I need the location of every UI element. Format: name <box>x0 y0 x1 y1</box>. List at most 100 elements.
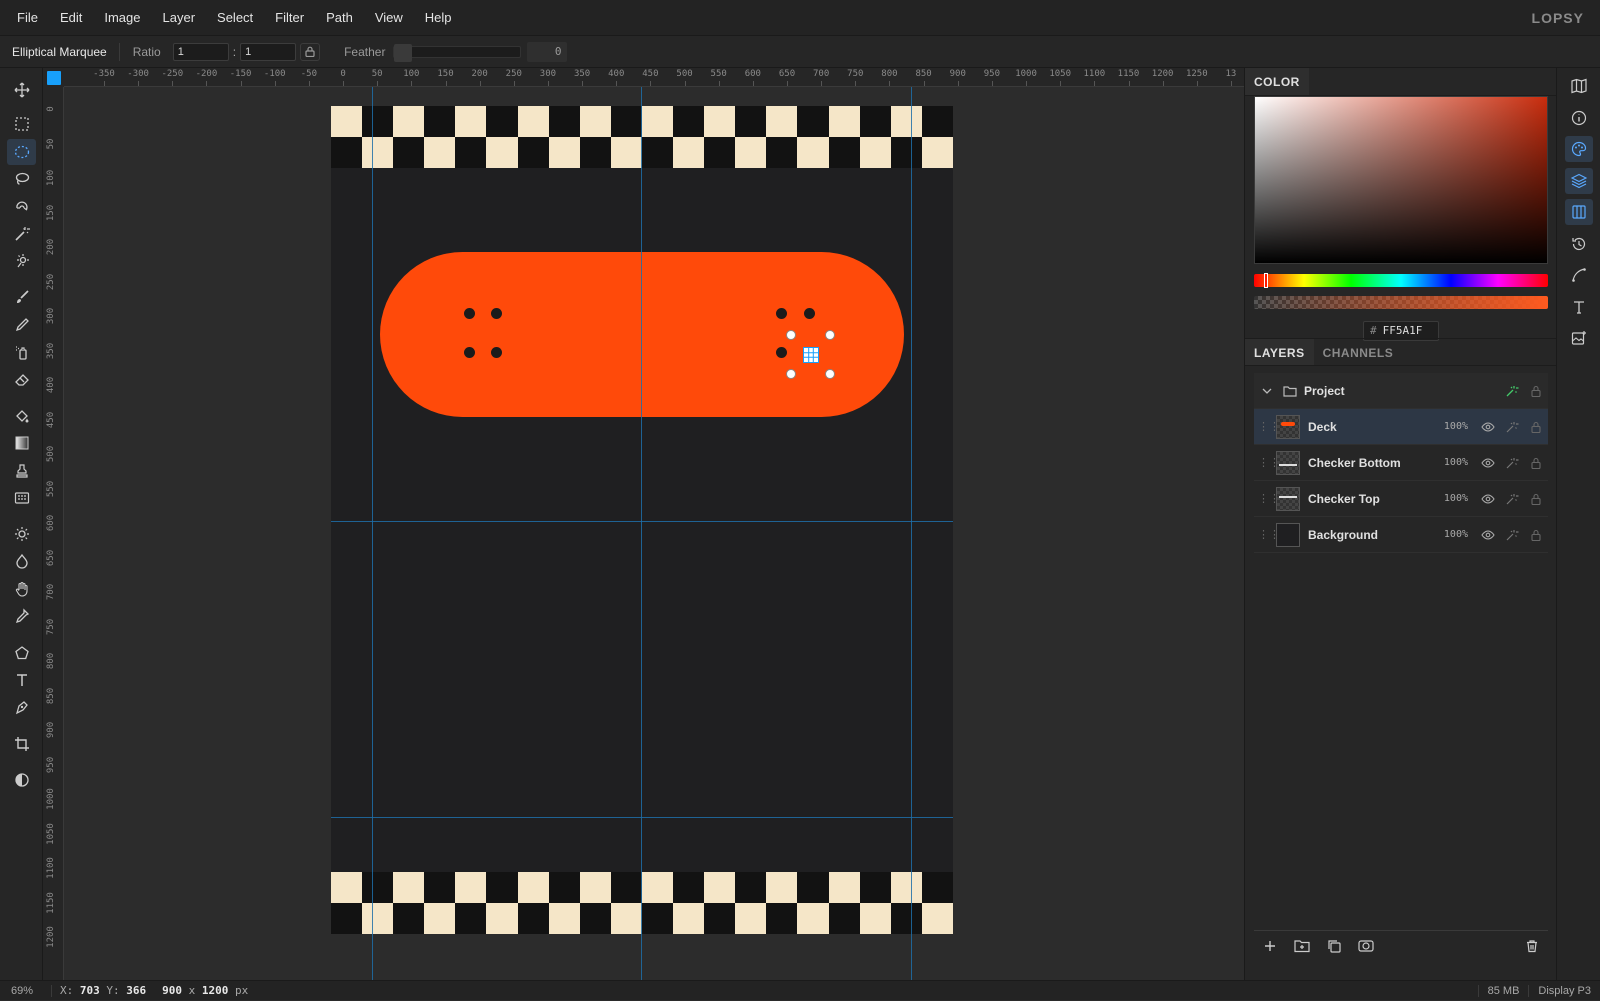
canvas-workspace[interactable] <box>64 87 1244 980</box>
layer-row-deck[interactable]: ⋮⋮ Deck 100% <box>1254 409 1548 445</box>
menu-select[interactable]: Select <box>206 0 264 36</box>
guide-horizontal[interactable] <box>331 521 953 522</box>
color-panel-button[interactable] <box>1565 136 1593 162</box>
color-profile[interactable]: Display P3 <box>1528 985 1600 997</box>
character-panel-button[interactable] <box>1565 294 1593 320</box>
feather-value[interactable]: 0 <box>527 41 568 62</box>
add-layer-button[interactable] <box>1254 931 1286 961</box>
lock-icon[interactable] <box>1524 420 1548 434</box>
drag-handle-icon[interactable]: ⋮⋮ <box>1258 420 1280 433</box>
eye-icon[interactable] <box>1476 420 1500 434</box>
move-tool[interactable] <box>7 77 36 103</box>
lock-icon[interactable] <box>1524 384 1548 398</box>
selection-handle-bottom-right[interactable] <box>825 369 835 379</box>
drag-handle-icon[interactable]: ⋮⋮ <box>1258 456 1280 469</box>
magnetic-lasso-tool[interactable] <box>7 194 36 220</box>
effects-active-icon[interactable] <box>1500 384 1524 398</box>
guide-vertical[interactable] <box>911 87 912 980</box>
selection-handle-top-left[interactable] <box>786 330 796 340</box>
eyedropper-tool[interactable] <box>7 603 36 629</box>
tab-layers[interactable]: LAYERS <box>1245 339 1314 365</box>
fill-tool[interactable] <box>7 403 36 429</box>
layer-opacity[interactable]: 100% <box>1432 457 1468 468</box>
pencil-tool[interactable] <box>7 312 36 338</box>
lock-ratio-button[interactable] <box>300 42 321 61</box>
layer-row-checker-bottom[interactable]: ⋮⋮ Checker Bottom 100% <box>1254 445 1548 481</box>
menu-layer[interactable]: Layer <box>152 0 207 36</box>
smudge-tool[interactable] <box>7 576 36 602</box>
document-canvas[interactable] <box>331 106 953 934</box>
blur-tool[interactable] <box>7 548 36 574</box>
zoom-level[interactable]: 69% <box>0 984 52 997</box>
effects-icon[interactable] <box>1500 528 1524 542</box>
dodge-tool[interactable] <box>7 521 36 547</box>
feather-slider[interactable] <box>393 43 522 62</box>
crop-tool[interactable] <box>7 731 36 757</box>
paths-panel-button[interactable] <box>1565 262 1593 288</box>
menu-edit[interactable]: Edit <box>49 0 93 36</box>
drag-handle-icon[interactable]: ⋮⋮ <box>1258 528 1280 541</box>
navigator-button[interactable] <box>1565 73 1593 99</box>
selection-handle-top-right[interactable] <box>825 330 835 340</box>
channels-panel-button[interactable] <box>1565 199 1593 225</box>
horizontal-ruler[interactable]: -350 -300 -250 -200 -150 -100 -50 0 50 100 150 200 2… <box>64 68 1244 87</box>
mask-layer-button[interactable] <box>1350 931 1382 961</box>
ratio-height-input[interactable] <box>240 42 297 61</box>
add-group-button[interactable] <box>1286 931 1318 961</box>
alpha-slider[interactable] <box>1254 296 1548 309</box>
lock-icon[interactable] <box>1524 492 1548 506</box>
layer-row-background[interactable]: ⋮⋮ Background 100% <box>1254 517 1548 553</box>
menu-path[interactable]: Path <box>315 0 364 36</box>
layer-opacity[interactable]: 100% <box>1432 529 1468 540</box>
eye-icon[interactable] <box>1476 456 1500 470</box>
gradient-tool[interactable] <box>7 430 36 456</box>
lock-icon[interactable] <box>1524 528 1548 542</box>
menu-help[interactable]: Help <box>414 0 463 36</box>
info-button[interactable] <box>1565 105 1593 131</box>
color-picker-field[interactable] <box>1254 96 1548 264</box>
lock-icon[interactable] <box>1524 456 1548 470</box>
eye-icon[interactable] <box>1476 528 1500 542</box>
layer-opacity[interactable]: 100% <box>1432 493 1468 504</box>
effects-icon[interactable] <box>1500 492 1524 506</box>
menu-filter[interactable]: Filter <box>264 0 315 36</box>
guide-vertical[interactable] <box>372 87 373 980</box>
pen-tool[interactable] <box>7 694 36 720</box>
layers-panel-button[interactable] <box>1565 168 1593 194</box>
chevron-down-icon[interactable] <box>1254 384 1280 398</box>
history-panel-button[interactable] <box>1565 231 1593 257</box>
menu-file[interactable]: File <box>0 0 49 36</box>
brush-tool[interactable] <box>7 284 36 310</box>
ruler-origin-button[interactable] <box>47 71 61 85</box>
feather-slider-handle[interactable] <box>394 43 413 62</box>
eye-icon[interactable] <box>1476 492 1500 506</box>
duplicate-layer-button[interactable] <box>1318 931 1350 961</box>
delete-layer-button[interactable] <box>1516 931 1548 961</box>
rect-marquee-tool[interactable] <box>7 111 36 137</box>
image-panel-button[interactable] <box>1565 325 1593 351</box>
mask-toggle[interactable] <box>7 767 36 793</box>
hue-slider-handle[interactable] <box>1264 273 1268 288</box>
magic-wand-tool[interactable] <box>7 221 36 247</box>
lasso-tool[interactable] <box>7 166 36 192</box>
spray-tool[interactable] <box>7 339 36 365</box>
menu-image[interactable]: Image <box>93 0 151 36</box>
stamp-tool[interactable] <box>7 458 36 484</box>
drag-handle-icon[interactable]: ⋮⋮ <box>1258 492 1280 505</box>
selection-handle-bottom-left[interactable] <box>786 369 796 379</box>
tab-color[interactable]: COLOR <box>1245 68 1309 95</box>
layer-row-checker-top[interactable]: ⋮⋮ Checker Top 100% <box>1254 481 1548 517</box>
layer-group-project[interactable]: Project <box>1254 373 1548 409</box>
tab-channels[interactable]: CHANNELS <box>1314 339 1403 365</box>
selection-center-grid-icon[interactable] <box>803 347 819 363</box>
ratio-width-input[interactable] <box>172 42 229 61</box>
shape-tool[interactable] <box>7 640 36 666</box>
effects-icon[interactable] <box>1500 420 1524 434</box>
vertical-ruler[interactable]: 0 50 100 150 200 250 300 350 400 450 500 550 600 650 7… <box>43 87 64 980</box>
guide-vertical[interactable] <box>641 87 642 980</box>
effects-icon[interactable] <box>1500 456 1524 470</box>
quick-select-tool[interactable] <box>7 248 36 274</box>
guide-horizontal[interactable] <box>331 817 953 818</box>
text-tool[interactable] <box>7 667 36 693</box>
eraser-tool[interactable] <box>7 366 36 392</box>
